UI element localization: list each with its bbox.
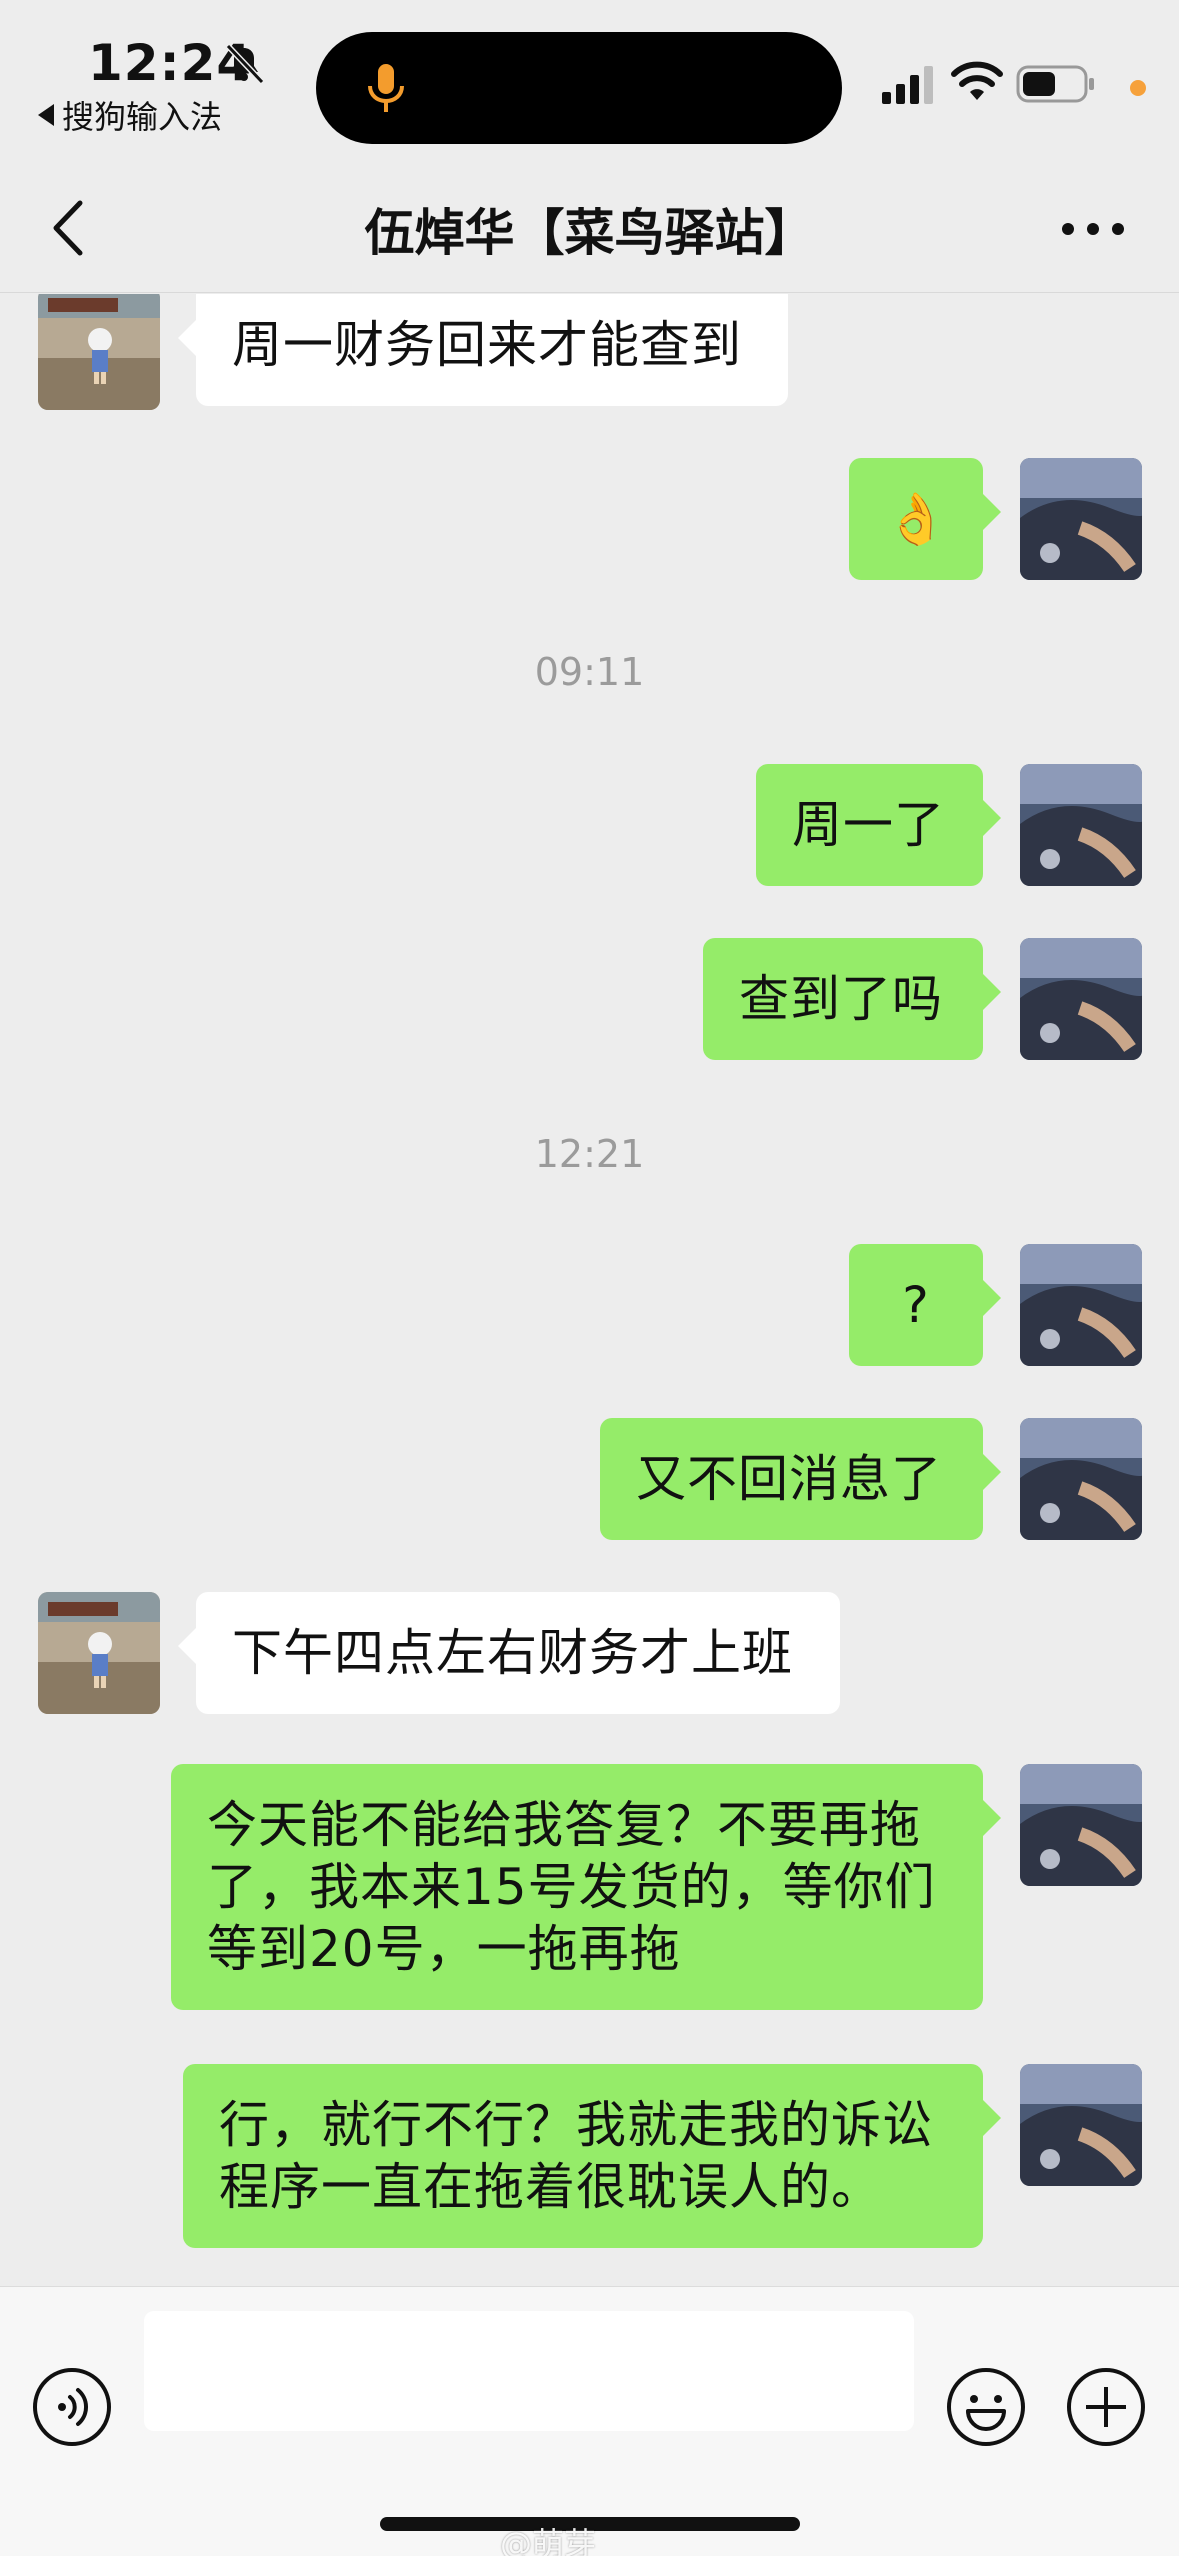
plus-icon[interactable] bbox=[1066, 2367, 1146, 2447]
watermark: @萌芽 bbox=[500, 2525, 597, 2556]
ok-hand-emoji: 👌 bbox=[885, 490, 949, 548]
message-bubble-outgoing[interactable]: 查到了吗 bbox=[703, 938, 1001, 1060]
contact-avatar[interactable] bbox=[38, 294, 160, 410]
message-bubble-outgoing[interactable]: 今天能不能给我答复？不要再拖了，我本来15号发货的，等你们等到20号，一拖再拖 bbox=[171, 1764, 1001, 2010]
message-list[interactable]: 周一财务回来才能查到 👌 09:11 周一了 查到了吗 12:21 ? 又不回消… bbox=[0, 294, 1179, 2286]
back-to-app-link[interactable]: 搜狗输入法 bbox=[38, 92, 222, 138]
my-avatar-image bbox=[1020, 1244, 1142, 1366]
bell-muted-icon bbox=[225, 43, 265, 85]
input-bar: @萌芽 bbox=[0, 2286, 1179, 2556]
contact-avatar-image bbox=[38, 294, 160, 410]
more-options-icon[interactable] bbox=[1058, 209, 1128, 249]
my-avatar[interactable] bbox=[1020, 458, 1142, 580]
privacy-indicator-dot bbox=[1130, 80, 1146, 96]
message-timestamp: 12:21 bbox=[534, 1132, 645, 1176]
my-avatar-image bbox=[1020, 764, 1142, 886]
my-avatar[interactable] bbox=[1020, 1244, 1142, 1366]
message-bubble-incoming[interactable]: 下午四点左右财务才上班 bbox=[178, 1592, 840, 1714]
message-bubble-incoming[interactable]: 周一财务回来才能查到 bbox=[178, 294, 788, 406]
message-bubble-outgoing[interactable]: 👌 bbox=[849, 458, 1001, 580]
wifi-icon bbox=[951, 61, 1003, 100]
message-bubble-outgoing[interactable]: 周一了 bbox=[756, 764, 1001, 886]
my-avatar-image bbox=[1020, 1764, 1142, 1886]
my-avatar-image bbox=[1020, 2064, 1142, 2186]
my-avatar[interactable] bbox=[1020, 938, 1142, 1060]
cellular-signal-icon bbox=[882, 66, 933, 104]
message-bubble-outgoing[interactable]: 行，就行不行？我就走我的诉讼程序一直在拖着很耽误人的。 bbox=[183, 2064, 1001, 2248]
microphone-icon bbox=[368, 64, 404, 112]
message-timestamp: 09:11 bbox=[534, 650, 645, 694]
back-triangle-icon bbox=[38, 104, 54, 126]
message-bubble-outgoing[interactable]: ? bbox=[849, 1244, 1001, 1366]
emoji-icon[interactable] bbox=[946, 2367, 1026, 2447]
my-avatar[interactable] bbox=[1020, 2064, 1142, 2186]
my-avatar-image bbox=[1020, 1418, 1142, 1540]
my-avatar[interactable] bbox=[1020, 1764, 1142, 1886]
message-bubble-outgoing[interactable]: 又不回消息了 bbox=[600, 1418, 1001, 1540]
battery-icon bbox=[1016, 65, 1094, 103]
message-input[interactable] bbox=[144, 2311, 914, 2431]
contact-avatar-image bbox=[38, 1592, 160, 1714]
voice-input-icon[interactable] bbox=[32, 2367, 112, 2447]
my-avatar-image bbox=[1020, 458, 1142, 580]
my-avatar[interactable] bbox=[1020, 1418, 1142, 1540]
my-avatar[interactable] bbox=[1020, 764, 1142, 886]
dynamic-island bbox=[316, 32, 842, 144]
chat-title: 伍焯华【菜鸟驿站】 bbox=[364, 204, 815, 262]
back-app-label: 搜狗输入法 bbox=[62, 98, 223, 136]
status-bar: 12:24 搜狗输入法 bbox=[0, 0, 1179, 165]
my-avatar-image bbox=[1020, 938, 1142, 1060]
contact-avatar[interactable] bbox=[38, 1592, 160, 1714]
chat-header: 伍焯华【菜鸟驿站】 bbox=[0, 165, 1179, 293]
